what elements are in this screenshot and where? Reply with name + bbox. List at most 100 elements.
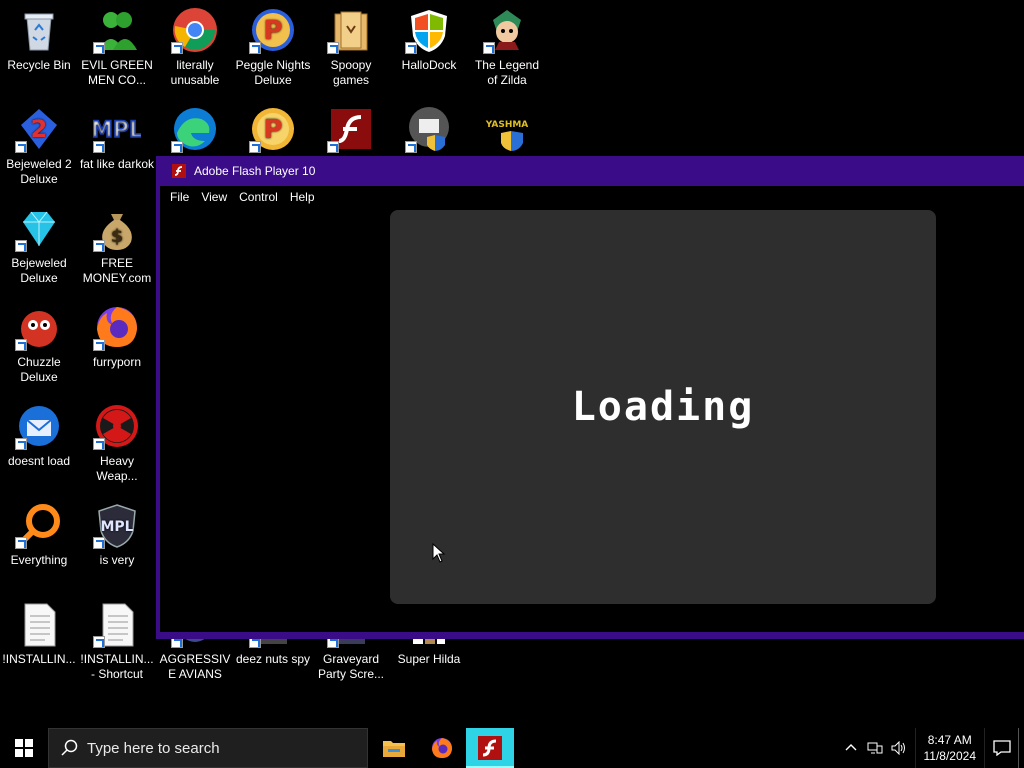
shortcut-arrow-icon bbox=[93, 141, 105, 153]
volume-button[interactable] bbox=[887, 728, 911, 768]
zilda-icon bbox=[483, 6, 531, 54]
desktop-icon-legend-of-zilda[interactable]: The Legend of Zilda bbox=[468, 0, 546, 88]
desktop-icon-label: Spoopy games bbox=[330, 58, 372, 87]
taskbar-app-file-explorer[interactable] bbox=[370, 728, 418, 768]
shortcut-arrow-icon bbox=[249, 141, 261, 153]
text-file-icon bbox=[15, 600, 63, 648]
flash-client-area: File View Control Help Loading bbox=[160, 186, 1024, 632]
desktop-icon-heavy-weapon[interactable]: Heavy Weap... bbox=[78, 396, 156, 484]
desktop-icon-label: EVIL GREEN MEN CO... bbox=[81, 58, 153, 87]
shortcut-arrow-icon bbox=[93, 636, 105, 648]
shortcut-arrow-icon bbox=[15, 240, 27, 252]
desktop-icon-literally-unusable[interactable]: literally unusable bbox=[156, 0, 234, 88]
desktop-icon-label: !INSTALLIN... bbox=[2, 652, 76, 666]
windows-logo-icon bbox=[15, 739, 33, 757]
action-center-button[interactable] bbox=[984, 728, 1018, 768]
file-explorer-icon bbox=[383, 741, 405, 757]
desktop-icon-installing-shortcut[interactable]: !INSTALLIN... - Shortcut bbox=[78, 594, 156, 682]
thunderbird-icon bbox=[15, 402, 63, 450]
speaker-icon bbox=[891, 741, 905, 755]
svg-text:MPL: MPL bbox=[100, 519, 133, 535]
desktop-icon-yashma[interactable]: YASHMA bbox=[468, 99, 546, 157]
show-hidden-icons-button[interactable] bbox=[839, 728, 863, 768]
peggle-icon: P bbox=[249, 105, 297, 153]
desktop-icon-spoopy-games[interactable]: Spoopy games bbox=[312, 0, 390, 88]
radiation-icon bbox=[93, 402, 141, 450]
desktop-icon-label: is very bbox=[99, 553, 135, 567]
desktop-icon-program[interactable] bbox=[390, 99, 468, 157]
window-title-bar[interactable]: Adobe Flash Player 10 bbox=[156, 156, 1024, 186]
taskbar-app-firefox[interactable] bbox=[418, 728, 466, 768]
mpl-icon: MPL bbox=[93, 105, 141, 153]
svg-text:MPL: MPL bbox=[93, 118, 141, 143]
windows-shield-icon bbox=[405, 6, 453, 54]
taskbar-search-box[interactable]: Type here to search bbox=[48, 728, 368, 768]
desktop-icon-furryporn[interactable]: furryporn bbox=[78, 297, 156, 370]
network-icon bbox=[867, 742, 882, 754]
shortcut-arrow-icon bbox=[405, 42, 417, 54]
flash-icon bbox=[327, 105, 375, 153]
desktop-icon-bejeweled-2[interactable]: 2 Bejeweled 2 Deluxe bbox=[0, 99, 78, 187]
svg-text:P: P bbox=[263, 16, 282, 46]
desktop-icon-peggle-nights[interactable]: P Peggle Nights Deluxe bbox=[234, 0, 312, 88]
menu-help[interactable]: Help bbox=[284, 190, 321, 204]
desktop-icon-label: furryporn bbox=[92, 355, 142, 369]
taskbar: Type here to search 8:47 AM 11/8/2024 bbox=[0, 728, 1024, 768]
system-tray: 8:47 AM 11/8/2024 bbox=[835, 728, 1024, 768]
desktop-icon-everything[interactable]: Everything bbox=[0, 495, 78, 568]
mpl-shield-icon: MPL bbox=[93, 501, 141, 549]
shortcut-arrow-icon bbox=[171, 141, 183, 153]
folder-icon bbox=[327, 6, 375, 54]
taskbar-clock[interactable]: 8:47 AM 11/8/2024 bbox=[914, 728, 985, 768]
network-button[interactable] bbox=[863, 728, 887, 768]
shortcut-arrow-icon bbox=[15, 537, 27, 549]
shortcut-arrow-icon bbox=[93, 240, 105, 252]
shortcut-arrow-icon bbox=[15, 438, 27, 450]
desktop-icon-label: HalloDock bbox=[401, 58, 457, 72]
desktop-icon-label: Recycle Bin bbox=[7, 58, 71, 72]
chevron-up-icon bbox=[845, 744, 856, 751]
svg-text:$: $ bbox=[111, 226, 124, 247]
flash-icon bbox=[172, 164, 186, 178]
chuzzle-icon bbox=[15, 303, 63, 351]
yashma-icon: YASHMA bbox=[483, 105, 531, 153]
peggle-icon: P bbox=[249, 6, 297, 54]
desktop-icon-fat-like-darkok[interactable]: MPL fat like darkok bbox=[78, 99, 156, 172]
desktop-icon-doesnt-load[interactable]: doesnt load bbox=[0, 396, 78, 469]
desktop-icon-peggle[interactable]: P bbox=[234, 99, 312, 157]
flash-player-window[interactable]: Adobe Flash Player 10 File View Control … bbox=[156, 156, 1024, 639]
desktop-icon-recycle-bin[interactable]: Recycle Bin bbox=[0, 0, 78, 73]
desktop-icon-label: fat like darkok bbox=[79, 157, 155, 171]
desktop-icon-edge[interactable] bbox=[156, 99, 234, 157]
desktop-icon-free-money[interactable]: $ FREE MONEY.com bbox=[78, 198, 156, 286]
desktop-icon-label: Peggle Nights Deluxe bbox=[235, 58, 311, 87]
window-title: Adobe Flash Player 10 bbox=[194, 164, 316, 178]
show-desktop-button[interactable] bbox=[1018, 728, 1024, 768]
desktop-icon-bejeweled-deluxe[interactable]: Bejeweled Deluxe bbox=[0, 198, 78, 286]
menu-file[interactable]: File bbox=[164, 190, 195, 204]
tray-icons bbox=[835, 728, 915, 768]
desktop-icon-label: Super Hilda bbox=[397, 652, 461, 666]
desktop-icon-is-very[interactable]: MPL is very bbox=[78, 495, 156, 568]
shortcut-arrow-icon bbox=[483, 42, 495, 54]
desktop-icon-chuzzle-deluxe[interactable]: Chuzzle Deluxe bbox=[0, 297, 78, 385]
desktop-icon-flash[interactable] bbox=[312, 99, 390, 157]
shortcut-arrow-icon bbox=[249, 42, 261, 54]
desktop-icon-evil-green-men[interactable]: EVIL GREEN MEN CO... bbox=[78, 0, 156, 88]
start-button[interactable] bbox=[0, 728, 48, 768]
desktop-icon-installing[interactable]: !INSTALLIN... bbox=[0, 594, 78, 667]
shortcut-arrow-icon bbox=[93, 339, 105, 351]
menu-control[interactable]: Control bbox=[233, 190, 284, 204]
desktop-icon-hallodock[interactable]: HalloDock bbox=[390, 0, 468, 73]
menu-view[interactable]: View bbox=[195, 190, 233, 204]
shortcut-arrow-icon bbox=[405, 141, 417, 153]
desktop-icon-label: Chuzzle Deluxe bbox=[17, 355, 61, 384]
shortcut-arrow-icon bbox=[15, 339, 27, 351]
bejeweled2-icon: 2 bbox=[15, 105, 63, 153]
taskbar-app-flash-player[interactable] bbox=[466, 728, 514, 768]
desktop-icon-label: Heavy Weap... bbox=[96, 454, 138, 483]
mouse-cursor-icon bbox=[432, 543, 446, 563]
clock-time: 8:47 AM bbox=[927, 733, 972, 747]
flash-stage[interactable]: Loading bbox=[390, 210, 936, 604]
desktop-icon-label: deez nuts spy bbox=[235, 652, 311, 666]
